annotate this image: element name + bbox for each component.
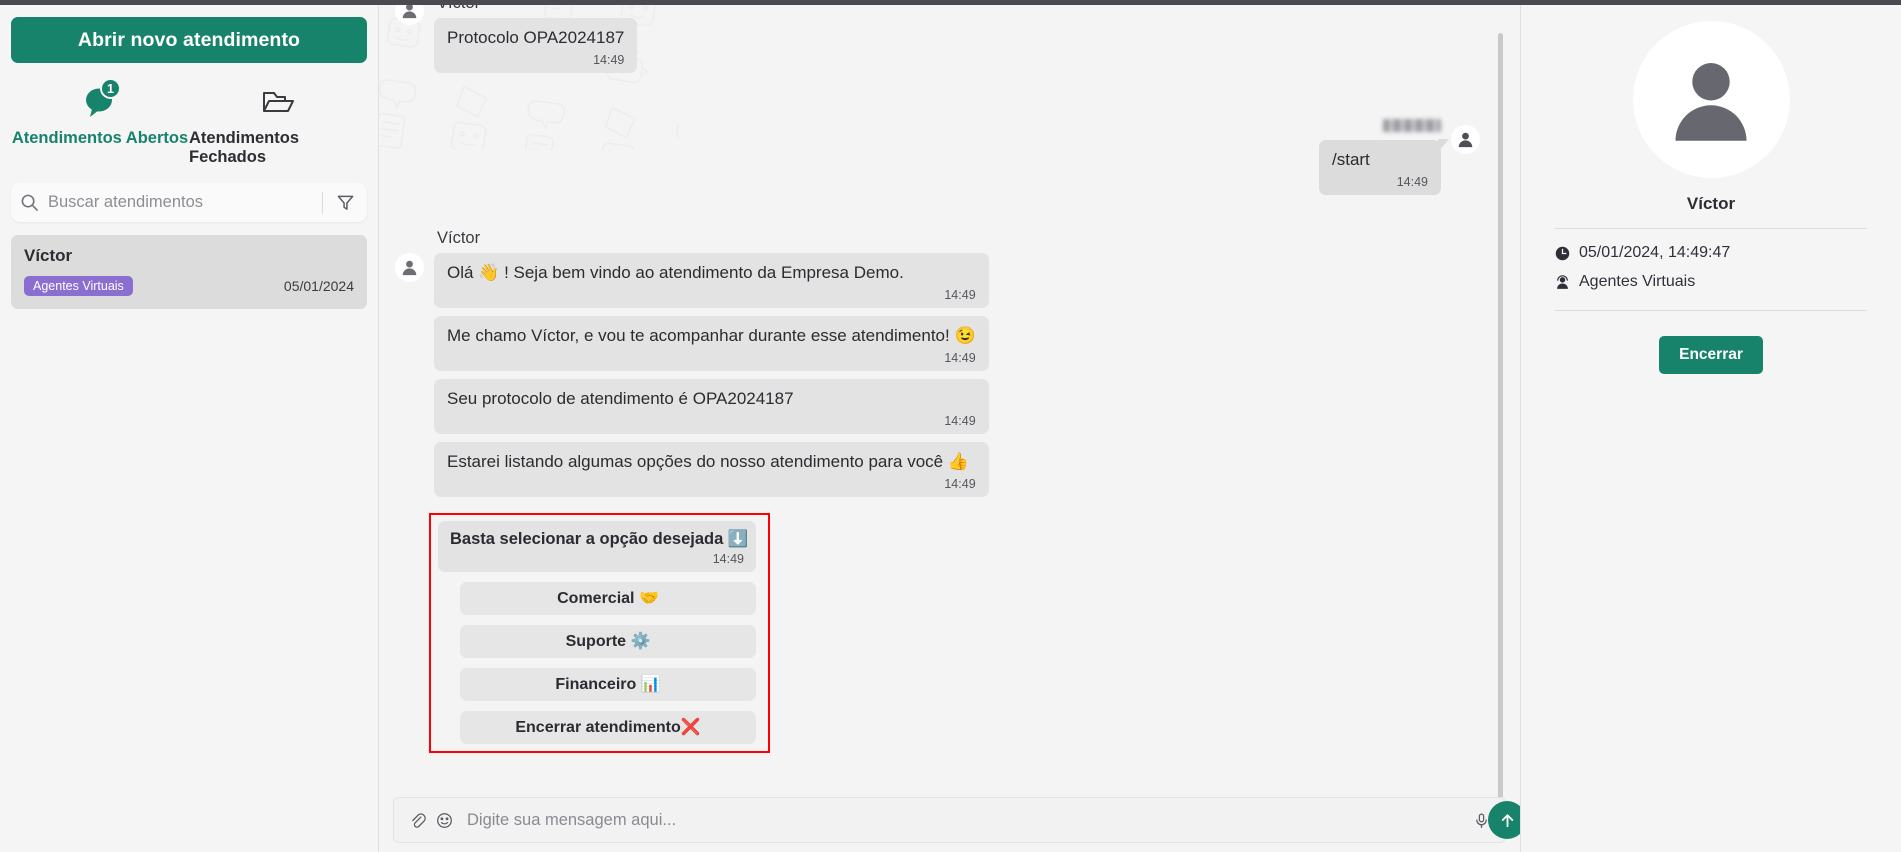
contact-queue: Agentes Virtuais — [1579, 273, 1696, 290]
message-text: Me chamo Víctor, e vou te acompanhar dur… — [447, 325, 976, 345]
contact-avatar — [1632, 21, 1790, 178]
emoji-button[interactable] — [431, 812, 458, 829]
paperclip-icon — [412, 812, 426, 828]
option-button-suporte[interactable]: Suporte ⚙️ — [460, 624, 756, 658]
message-column: Víctor Protocolo OPA2024187 14:49 — [434, 0, 638, 81]
contact-datetime-row: 05/01/2024, 14:49:47 — [1555, 244, 1867, 262]
options-prompt-bubble: Basta selecionar a opção desejada ⬇️ 14:… — [438, 520, 756, 572]
message-time: 14:49 — [944, 476, 976, 491]
message-time: 14:49 — [593, 52, 625, 67]
tab-atendimentos-abertos[interactable]: 1 Atendimentos Abertos — [11, 78, 189, 170]
agent-headset-icon — [1557, 274, 1568, 289]
message-text: /start — [1332, 149, 1370, 169]
contact-name: Víctor — [1686, 194, 1736, 213]
message-text: Seu protocolo de atendimento é OPA202418… — [447, 388, 794, 408]
message-column-outgoing: /start 14:49 — [1319, 118, 1449, 203]
chat-bubble-icon-wrap: 1 — [82, 78, 121, 123]
divider — [1555, 228, 1867, 229]
person-icon — [402, 260, 417, 276]
filter-funnel-icon — [337, 195, 354, 210]
sidebar: Abrir novo atendimento 1 Atendimentos Ab… — [0, 0, 379, 852]
avatar — [395, 252, 424, 282]
option-button-encerrar-atendimento[interactable]: Encerrar atendimento❌ — [460, 710, 756, 744]
sidebar-tabs: 1 Atendimentos Abertos Atendimentos Fech… — [11, 78, 367, 170]
send-arrow-up-icon — [1501, 813, 1513, 827]
message-row-outgoing: /start 14:49 — [395, 118, 1480, 203]
message-time: 14:49 — [944, 287, 976, 302]
tab-label-abertos: Atendimentos Abertos — [11, 129, 189, 147]
message-bubble: Estarei listando algumas opções do nosso… — [434, 441, 989, 497]
message-time: 14:49 — [944, 350, 976, 365]
avatar-outgoing — [1451, 124, 1480, 154]
tab-label-fechados: Atendimentos Fechados — [189, 129, 300, 166]
option-button-financeiro[interactable]: Financeiro 📊 — [460, 667, 756, 701]
options-prompt-text: Basta selecionar a opção desejada ⬇️ — [450, 529, 749, 548]
send-button[interactable] — [1488, 801, 1520, 839]
option-button-comercial[interactable]: Comercial 🤝 — [460, 581, 756, 615]
chat-panel: Víctor Protocolo OPA2024187 14:49 /start… — [379, 0, 1520, 852]
message-text: Protocolo OPA2024187 — [447, 28, 625, 47]
message-bubble: Me chamo Víctor, e vou te acompanhar dur… — [434, 315, 989, 371]
clock-icon — [1555, 246, 1570, 260]
open-folder-icon-wrap — [260, 81, 296, 123]
message-row: Víctor Olá 👋 ! Seja bem vindo ao atendim… — [395, 229, 1480, 505]
end-conversation-button[interactable]: Encerrar — [1659, 336, 1763, 374]
message-sender-redacted — [1383, 118, 1441, 132]
search-bar — [11, 183, 367, 222]
message-time: 14:49 — [944, 413, 976, 428]
contact-info-list: 05/01/2024, 14:49:47 Agentes Virtuais — [1555, 244, 1867, 302]
message-text: Estarei listando algumas opções do nosso… — [447, 451, 970, 471]
chat-scrollbar[interactable] — [1498, 33, 1503, 797]
conversation-name: Víctor — [24, 246, 73, 265]
options-prompt-time: 14:49 — [712, 551, 744, 566]
message-sender: Víctor — [437, 228, 481, 247]
open-folder-icon — [263, 92, 294, 112]
options-menu-highlight: Basta selecionar a opção desejada ⬇️ 14:… — [429, 512, 770, 753]
conversation-meta: Agentes Virtuais 05/01/2024 — [24, 276, 354, 296]
search-divider — [322, 191, 323, 214]
conversation-tag: Agentes Virtuais — [24, 276, 133, 296]
search-input[interactable] — [39, 193, 312, 212]
emoji-icon — [437, 812, 452, 828]
divider — [1555, 310, 1867, 311]
conversation-list: Víctor Agentes Virtuais 05/01/2024 — [11, 235, 367, 309]
contact-details-panel: Víctor 05/01/2024, 14:49:47 Agentes Virt… — [1520, 0, 1901, 852]
message-bubble-outgoing: /start 14:49 — [1319, 138, 1449, 195]
message-bubble: Seu protocolo de atendimento é OPA202418… — [434, 378, 989, 434]
tab-atendimentos-fechados[interactable]: Atendimentos Fechados — [189, 81, 367, 170]
message-column: Víctor Olá 👋 ! Seja bem vindo ao atendim… — [434, 229, 989, 505]
conversation-date: 05/01/2024 — [283, 278, 354, 294]
open-count-badge: 1 — [100, 78, 121, 99]
message-time: 14:49 — [1396, 174, 1428, 189]
person-icon — [1675, 62, 1747, 141]
filter-button[interactable] — [333, 193, 358, 212]
window-top-bar — [0, 0, 1901, 5]
message-text: Olá 👋 ! Seja bem vindo ao atendimento da… — [447, 262, 904, 282]
person-icon — [1458, 132, 1473, 148]
message-bubble: Olá 👋 ! Seja bem vindo ao atendimento da… — [434, 252, 989, 308]
contact-queue-row: Agentes Virtuais — [1555, 273, 1867, 291]
message-composer — [393, 797, 1520, 843]
attach-button[interactable] — [404, 812, 431, 829]
message-bubble: Protocolo OPA2024187 14:49 — [434, 18, 638, 73]
chat-application: Abrir novo atendimento 1 Atendimentos Ab… — [0, 0, 1901, 852]
message-row: Víctor Protocolo OPA2024187 14:49 — [395, 0, 1480, 81]
search-icon — [21, 194, 38, 211]
messages-container: Víctor Protocolo OPA2024187 14:49 /start… — [379, 0, 1520, 797]
new-conversation-button[interactable]: Abrir novo atendimento — [11, 17, 367, 63]
contact-datetime: 05/01/2024, 14:49:47 — [1579, 244, 1731, 261]
conversation-item-victor[interactable]: Víctor Agentes Virtuais 05/01/2024 — [11, 235, 367, 309]
message-input[interactable] — [458, 810, 1468, 830]
